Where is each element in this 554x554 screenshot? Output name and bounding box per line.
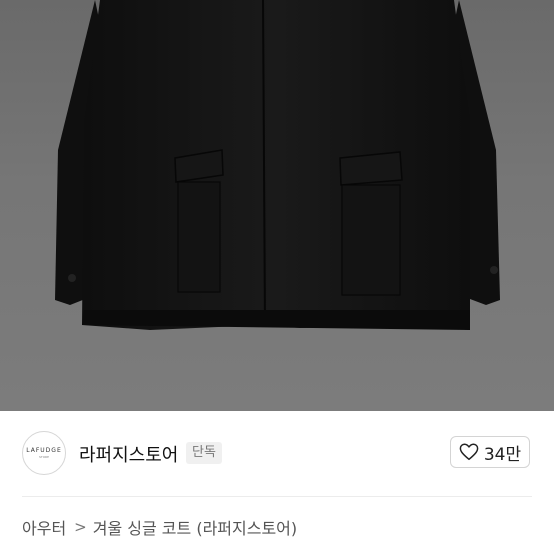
- breadcrumb-separator: >: [74, 518, 87, 536]
- section-divider: [22, 496, 532, 497]
- product-photo[interactable]: [0, 0, 554, 411]
- heart-outline-icon: [459, 443, 479, 461]
- breadcrumb-product[interactable]: 겨울 싱글 코트 (라퍼지스토어): [93, 515, 297, 539]
- exclusive-badge: 단독: [186, 442, 222, 464]
- like-button[interactable]: 34만: [450, 436, 530, 468]
- store-logo-text: LAFUDGE: [26, 447, 62, 454]
- store-logo-subtext: STORE: [38, 455, 50, 459]
- store-avatar[interactable]: LAFUDGE STORE: [22, 431, 66, 475]
- like-count: 34만: [483, 444, 522, 465]
- breadcrumb-category[interactable]: 아우터: [22, 515, 66, 539]
- store-name[interactable]: 라퍼지스토어: [79, 441, 178, 467]
- breadcrumb: 아우터 > 겨울 싱글 코트 (라퍼지스토어): [22, 515, 297, 539]
- coat-illustration: [55, 0, 500, 330]
